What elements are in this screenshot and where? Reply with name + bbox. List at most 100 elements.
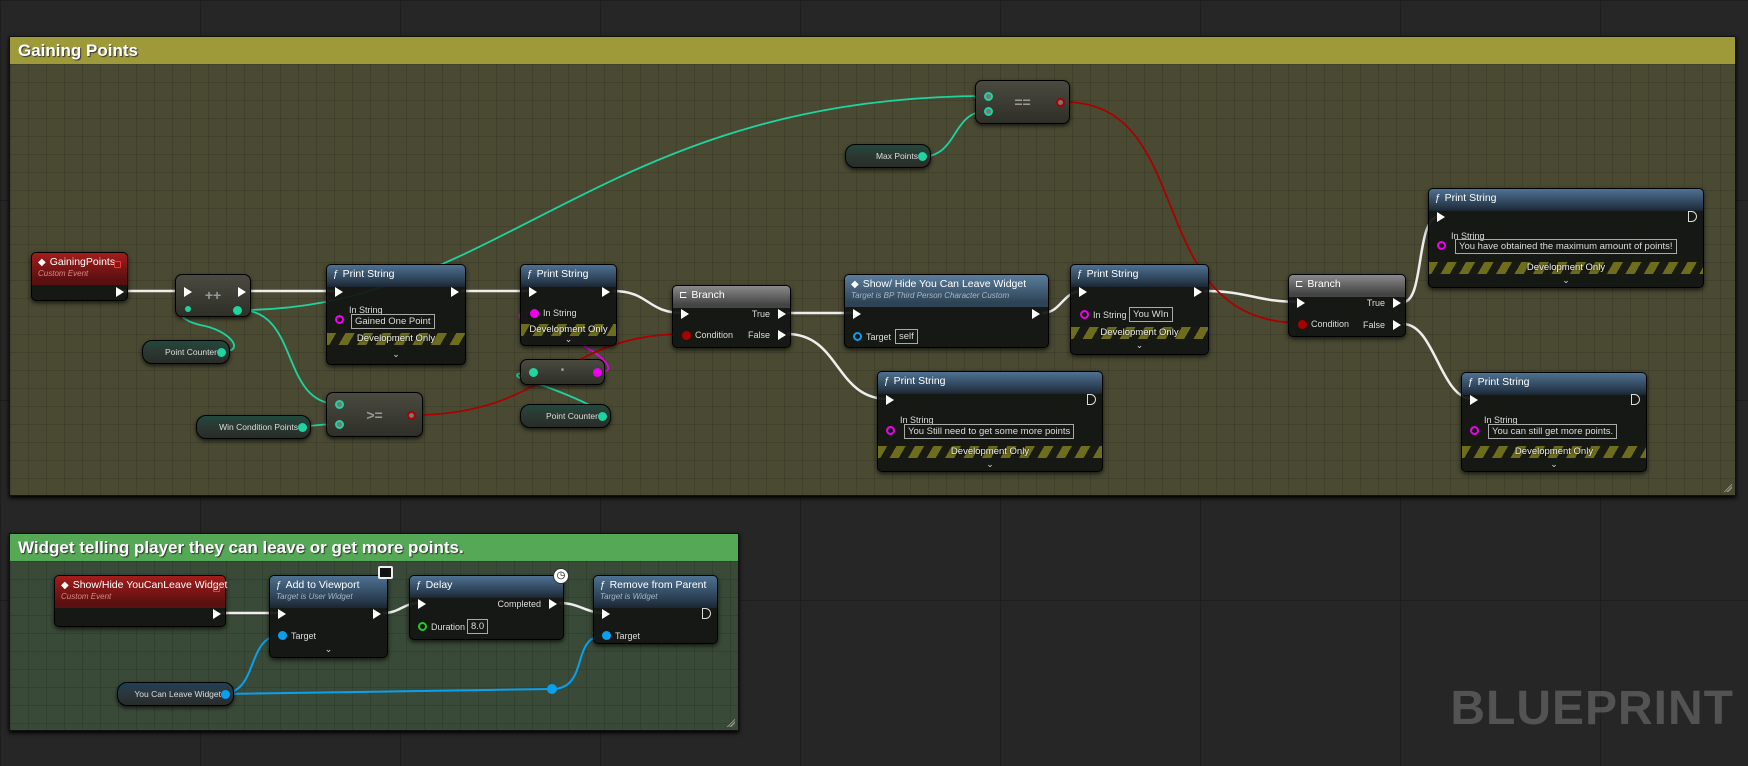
condition-pin[interactable] xyxy=(682,331,691,340)
int-in-pin[interactable] xyxy=(529,368,538,377)
print-string-converted[interactable]: ƒ Print String In String Development Only… xyxy=(520,264,617,346)
int-in-pin-a[interactable] xyxy=(335,400,344,409)
expand-chevron-icon[interactable]: ⌄ xyxy=(878,459,1102,470)
you-can-leave-widget-variable[interactable]: You Can Leave Widget xyxy=(117,682,234,706)
int-out-pin[interactable] xyxy=(598,412,607,421)
remove-from-parent-node[interactable]: ƒ Remove from Parent Target is Widget Targ… xyxy=(593,575,718,644)
int-out-pin[interactable] xyxy=(918,152,927,161)
exec-in-pin[interactable] xyxy=(886,395,894,405)
string-in-pin[interactable] xyxy=(1437,241,1446,250)
bool-out-pin[interactable] xyxy=(407,411,416,420)
point-counter-variable[interactable]: Point Counter xyxy=(142,340,230,364)
duration-input[interactable]: 8.0 xyxy=(467,619,489,634)
expand-chevron-icon[interactable]: ⌄ xyxy=(1071,340,1208,351)
exec-out-pin[interactable] xyxy=(1631,394,1640,405)
string-in-pin[interactable] xyxy=(1080,310,1089,319)
exec-out-pin[interactable] xyxy=(238,287,246,297)
exec-in-pin[interactable] xyxy=(1437,212,1445,222)
duration-pin[interactable] xyxy=(418,622,427,631)
in-string-input[interactable]: You can still get more points. xyxy=(1488,424,1618,439)
exec-out-pin[interactable] xyxy=(373,609,381,619)
false-exec-pin[interactable] xyxy=(1393,320,1401,330)
equal-node[interactable]: == xyxy=(975,80,1070,124)
string-in-pin[interactable] xyxy=(886,426,895,435)
target-pin[interactable] xyxy=(278,631,287,640)
exec-in-pin[interactable] xyxy=(1297,298,1305,308)
completed-exec-pin[interactable] xyxy=(549,599,557,609)
node-title: Print String xyxy=(893,375,946,387)
expand-chevron-icon[interactable]: ⌄ xyxy=(270,644,387,655)
custom-event-show-hide[interactable]: ◆ Show/Hide YouCanLeave Widget Custom Even… xyxy=(54,575,227,627)
exec-out-pin[interactable] xyxy=(702,608,711,619)
true-exec-pin[interactable] xyxy=(1393,298,1401,308)
string-out-pin[interactable] xyxy=(593,368,602,377)
exec-in-pin[interactable] xyxy=(602,609,610,619)
exec-out-pin[interactable] xyxy=(1032,309,1040,319)
print-string-max-points[interactable]: ƒ Print String In String You have obtaine… xyxy=(1428,188,1704,288)
expand-chevron-icon[interactable]: ⌄ xyxy=(1429,275,1703,286)
int-out-pin[interactable] xyxy=(298,423,307,432)
exec-in-pin[interactable] xyxy=(1470,395,1478,405)
string-in-pin[interactable] xyxy=(335,315,344,324)
int-to-string-node[interactable]: • xyxy=(520,359,605,385)
delegate-pin[interactable] xyxy=(213,585,220,592)
in-string-input[interactable]: You have obtained the maximum amount of … xyxy=(1455,239,1677,254)
exec-out-pin[interactable] xyxy=(1087,394,1096,405)
point-counter-variable-2[interactable]: Point Counter xyxy=(520,404,611,428)
branch-node-2[interactable]: ⊏ Branch True Condition False xyxy=(1288,274,1406,337)
print-string-gained-one-point[interactable]: ƒ Print String In String Gained One Point… xyxy=(326,264,466,365)
target-pin[interactable] xyxy=(602,631,611,640)
target-input[interactable]: self xyxy=(895,329,918,344)
expand-chevron-icon[interactable]: ⌄ xyxy=(521,334,616,345)
win-condition-points-variable[interactable]: Win Condition Points xyxy=(196,415,311,439)
exec-out-pin[interactable] xyxy=(1688,211,1697,222)
pin-label: True xyxy=(751,309,770,319)
in-string-input[interactable]: You Still need to get some more points xyxy=(904,424,1075,439)
int-in-pin-b[interactable] xyxy=(335,420,344,429)
exec-in-pin[interactable] xyxy=(1079,287,1087,297)
in-string-input[interactable]: You WIn xyxy=(1129,307,1173,322)
exec-in-pin[interactable] xyxy=(184,287,192,297)
exec-out-pin[interactable] xyxy=(1194,287,1202,297)
false-exec-pin[interactable] xyxy=(778,330,786,340)
exec-in-pin[interactable] xyxy=(853,309,861,319)
increment-node[interactable]: ++ xyxy=(175,274,251,317)
int-out-pin[interactable] xyxy=(233,306,242,315)
add-to-viewport-node[interactable]: ƒ Add to Viewport Target is User Widget Ta… xyxy=(269,566,393,658)
exec-in-pin[interactable] xyxy=(335,287,343,297)
expand-chevron-icon[interactable]: ⌄ xyxy=(327,349,465,360)
bool-out-pin[interactable] xyxy=(1056,98,1065,107)
custom-event-gaining-points[interactable]: ◆ GainingPoints Custom Event xyxy=(31,252,128,301)
exec-in-pin[interactable] xyxy=(681,309,689,319)
int-in-pin-b[interactable] xyxy=(984,107,993,116)
exec-in-pin[interactable] xyxy=(278,609,286,619)
int-out-pin[interactable] xyxy=(217,348,226,357)
greater-equal-node[interactable]: >= xyxy=(326,392,423,437)
print-string-more-points[interactable]: ƒ Print String In String You can still ge… xyxy=(1461,372,1647,472)
show-hide-widget-call[interactable]: ◆ Show/ Hide You Can Leave Widget Target i… xyxy=(844,274,1049,348)
string-in-pin[interactable] xyxy=(1470,426,1479,435)
node-subtitle: Target is User Widget xyxy=(276,592,353,601)
exec-out-pin[interactable] xyxy=(116,287,124,297)
expand-chevron-icon[interactable]: ⌄ xyxy=(1462,459,1646,470)
int-in-pin-a[interactable] xyxy=(984,92,993,101)
branch-node-1[interactable]: ⊏ Branch True Condition False xyxy=(672,285,791,348)
exec-in-pin[interactable] xyxy=(418,599,426,609)
delegate-pin[interactable] xyxy=(114,261,121,268)
string-in-pin[interactable] xyxy=(530,309,539,318)
exec-out-pin[interactable] xyxy=(213,609,221,619)
target-pin[interactable] xyxy=(853,332,862,341)
in-string-input[interactable]: Gained One Point xyxy=(351,314,435,329)
object-out-pin[interactable] xyxy=(221,690,230,699)
true-exec-pin[interactable] xyxy=(778,309,786,319)
max-points-variable[interactable]: Max Points xyxy=(845,144,931,168)
delay-node[interactable]: ƒ Delay ◷ Completed Duration 8.0 xyxy=(409,568,569,640)
condition-pin[interactable] xyxy=(1298,320,1307,329)
print-string-still-need-points[interactable]: ƒ Print String In String You Still need t… xyxy=(877,371,1103,472)
exec-out-pin[interactable] xyxy=(602,287,610,297)
int-in-pin[interactable] xyxy=(185,306,191,312)
node-title: Print String xyxy=(1477,376,1530,388)
exec-in-pin[interactable] xyxy=(529,287,537,297)
exec-out-pin[interactable] xyxy=(451,287,459,297)
print-string-you-win[interactable]: ƒ Print String In String You WIn Developm… xyxy=(1070,264,1209,355)
